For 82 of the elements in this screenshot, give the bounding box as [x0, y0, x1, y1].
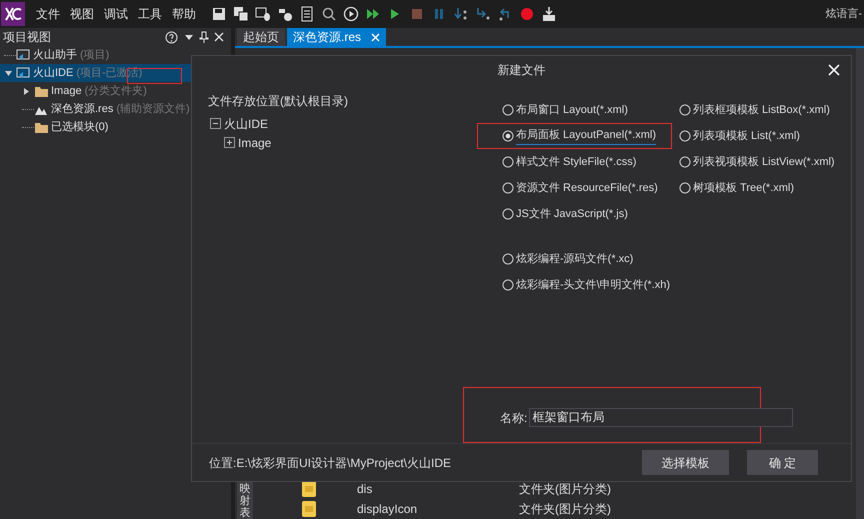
folder-icon — [301, 480, 317, 498]
tree-item[interactable]: 火山助手 (项目) — [0, 46, 231, 64]
step-into-icon[interactable] — [453, 6, 469, 22]
radio-option[interactable]: 树项模板 Tree(*.xml) — [679, 175, 794, 201]
dialog-button[interactable]: 确 定 — [747, 450, 818, 475]
logo-icon — [1, 2, 25, 26]
close-icon[interactable] — [828, 64, 840, 76]
dialog-title: 新建文件 — [498, 62, 546, 79]
tree-label: 已选模块(0) — [51, 120, 108, 135]
editor-tab[interactable]: 深色资源.res — [287, 28, 386, 46]
document-icon[interactable] — [299, 6, 315, 22]
file-name: displayIcon — [357, 501, 418, 518]
radio-option[interactable]: JS文件 JavaScript(*.js) — [502, 201, 628, 227]
tree-note: (项目) — [80, 48, 110, 63]
scrollbar[interactable] — [856, 48, 864, 519]
expander-icon[interactable] — [22, 86, 31, 96]
radio-option[interactable]: 布局窗口 Layout(*.xml) — [502, 97, 628, 123]
radio-icon[interactable] — [502, 104, 514, 116]
save-all-icon[interactable] — [233, 6, 249, 22]
fast-forward-icon[interactable] — [365, 6, 381, 22]
radio-icon[interactable] — [502, 253, 514, 265]
highlight-frame — [127, 68, 182, 84]
download-icon[interactable] — [541, 6, 557, 22]
radio-option[interactable]: 炫彩编程-源码文件(*.xc) — [502, 246, 634, 272]
radio-icon[interactable] — [679, 156, 691, 168]
help-icon[interactable] — [165, 30, 178, 44]
radio-option[interactable]: 资源文件 ResourceFile(*.res) — [502, 175, 658, 201]
folder-label: 文件存放位置(默认根目录) — [208, 93, 349, 110]
play-circle-icon[interactable] — [343, 6, 359, 22]
menu-item[interactable]: 视图 — [65, 5, 99, 23]
tree-note: (辅助资源文件) — [116, 102, 190, 117]
folder-icon — [34, 84, 48, 98]
editor-tab[interactable]: 起始页 — [237, 28, 285, 46]
name-field[interactable]: 框架窗口布局 — [529, 408, 794, 427]
monitor-icon — [16, 66, 30, 80]
save-icon[interactable] — [211, 6, 227, 22]
radio-option[interactable]: 列表框项模板 ListBox(*.xml) — [679, 97, 830, 123]
radio-option[interactable]: 列表项模板 List(*.xml) — [679, 123, 800, 149]
menu-item[interactable]: 工具 — [133, 5, 167, 23]
folder-icon — [301, 500, 317, 518]
pin-icon[interactable] — [199, 31, 209, 43]
menu-item[interactable]: 帮助 — [167, 5, 201, 23]
monitor-icon — [16, 48, 30, 62]
record-icon[interactable] — [519, 6, 535, 22]
tree-label: 火山IDE — [33, 66, 74, 81]
radio-icon[interactable] — [679, 104, 691, 116]
menu-item[interactable]: 文件 — [31, 5, 65, 23]
side-tab[interactable]: 映射表 — [237, 482, 253, 519]
folder-icon — [34, 120, 48, 134]
panel-title: 项目视图 — [3, 29, 52, 46]
menu-item[interactable]: 调试 — [99, 5, 133, 23]
expander-icon[interactable] — [4, 68, 13, 78]
radio-icon[interactable] — [502, 279, 514, 291]
dialog-button[interactable]: 选择模板 — [642, 450, 729, 475]
folder-item[interactable]: Image — [238, 134, 272, 152]
path-text: 位置:E:\炫彩界面UI设计器\MyProject\火山IDE — [209, 454, 452, 472]
radio-option[interactable]: 列表视项模板 ListView(*.xml) — [679, 149, 835, 175]
tree-label: Image — [51, 84, 82, 99]
radio-option[interactable]: 布局面板 LayoutPanel(*.xml) — [502, 124, 656, 148]
tree-label: 火山助手 — [33, 48, 77, 63]
close-icon[interactable] — [214, 32, 224, 42]
tree-label: 深色资源.res — [51, 102, 114, 117]
radio-option[interactable]: 样式文件 StyleFile(*.css) — [502, 149, 636, 175]
radio-icon[interactable] — [502, 208, 514, 220]
radio-icon[interactable] — [502, 182, 514, 194]
file-type: 文件夹(图片分类) — [519, 501, 611, 518]
file-name: dis — [357, 481, 374, 498]
expander-icon[interactable] — [210, 118, 221, 129]
search-icon[interactable] — [321, 6, 337, 22]
radio-icon[interactable] — [679, 130, 691, 142]
radio-icon[interactable] — [679, 182, 691, 194]
tree-note: (分类文件夹) — [84, 84, 147, 99]
radio-icon[interactable] — [502, 130, 514, 142]
radio-icon[interactable] — [502, 156, 514, 168]
step-over-icon[interactable] — [475, 6, 491, 22]
expander-icon[interactable] — [224, 137, 235, 148]
window-title: 炫语言- — [825, 6, 862, 22]
radio-option[interactable]: 炫彩编程-头文件\申明文件(*.xh) — [502, 272, 670, 298]
file-type: 文件夹(图片分类) — [519, 481, 611, 498]
name-label: 名称: — [500, 410, 528, 426]
folder-item[interactable]: 火山IDE — [224, 114, 268, 132]
dropdown-icon[interactable] — [184, 32, 194, 42]
